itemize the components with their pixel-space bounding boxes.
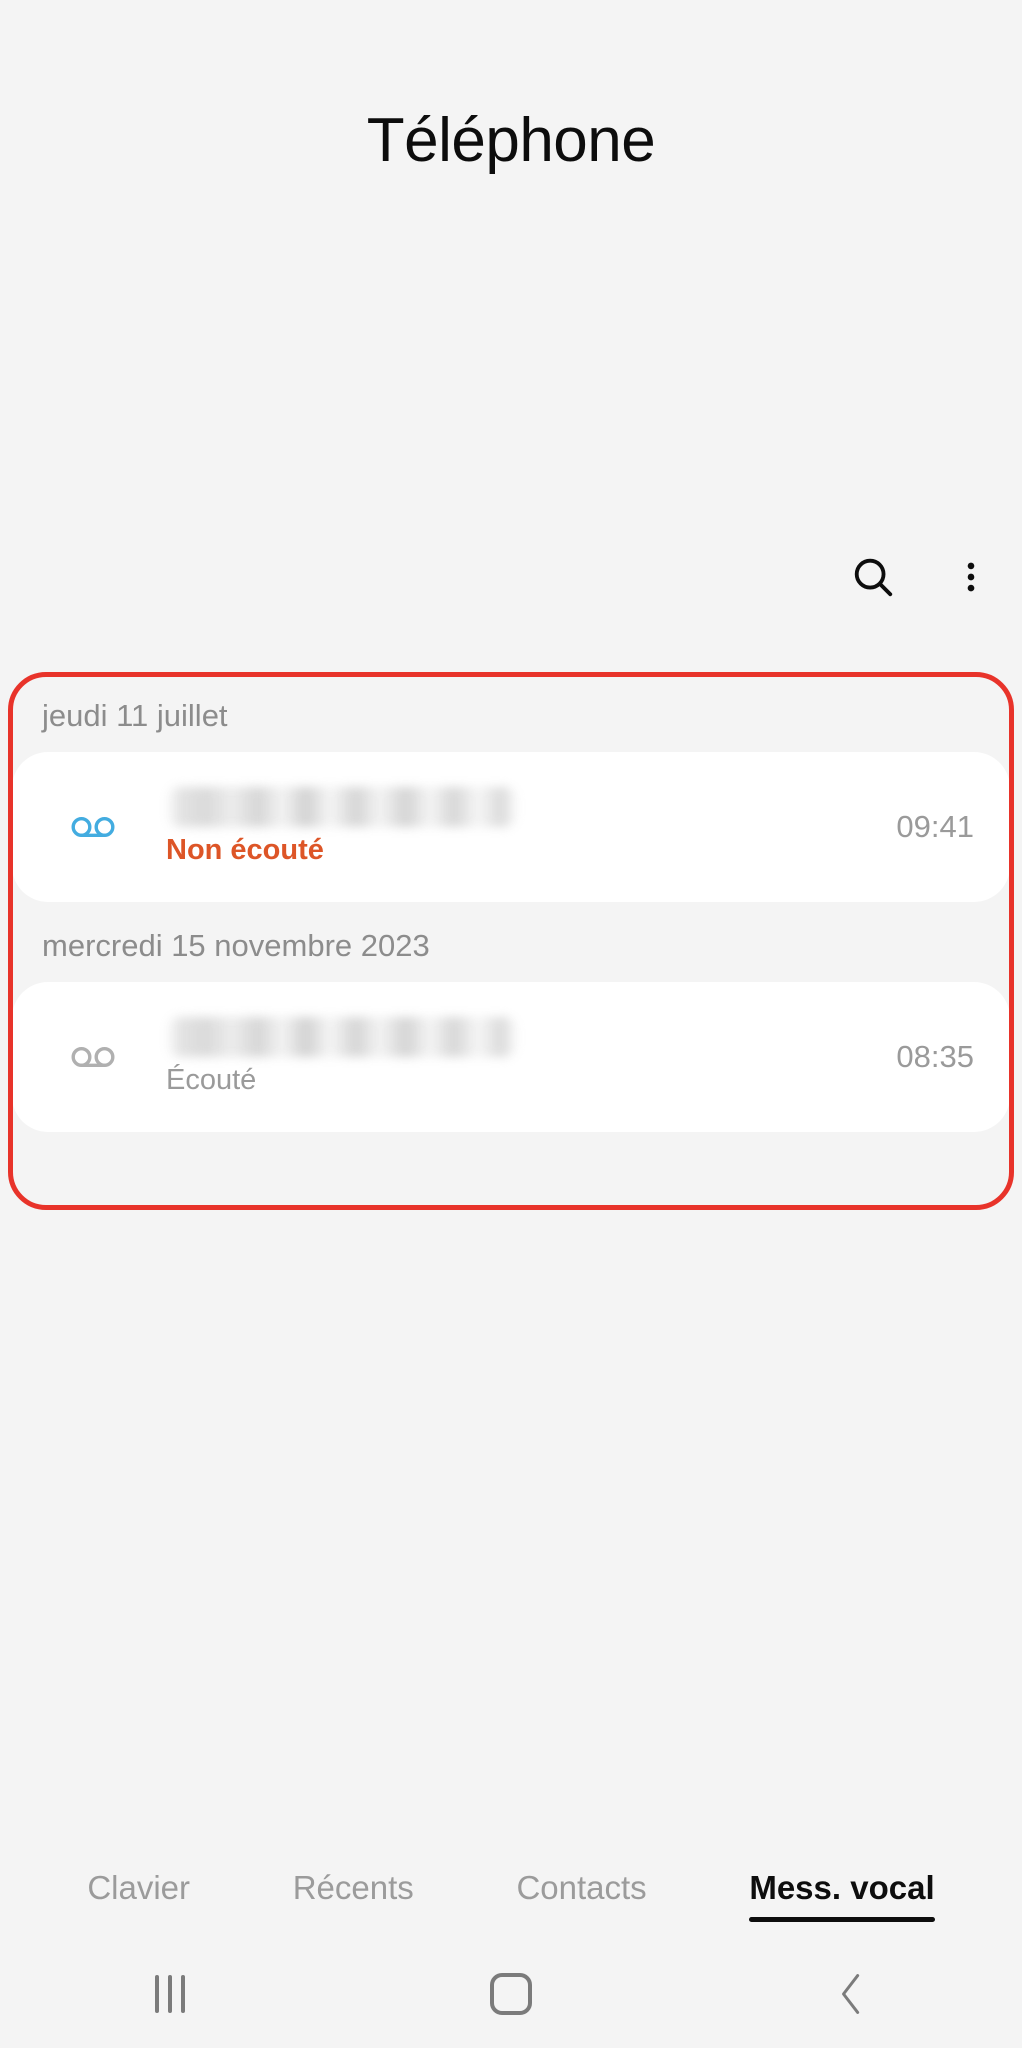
tab-label: Mess. vocal [749,1869,935,1906]
phone-number-redacted [166,1017,518,1058]
tab-underline [87,1917,190,1922]
recents-glyph [155,1975,186,2013]
status-badge: Non écouté [166,834,324,867]
voicemail-details: Écouté [166,1017,876,1097]
phone-number-redacted [166,787,518,828]
tab-recents[interactable]: Récents [293,1869,414,1928]
recents-icon[interactable] [110,1959,230,2029]
voicemail-list: jeudi 11 juillet Non écouté 09:41 mercre… [0,672,1022,1132]
voicemail-details: Non écouté [166,787,876,867]
voicemail-row[interactable]: Écouté 08:35 [12,982,1010,1132]
tab-label: Contacts [516,1869,647,1906]
voicemail-row[interactable]: Non écouté 09:41 [12,752,1010,902]
voicemail-icon [64,814,122,840]
date-header: jeudi 11 juillet [42,698,228,733]
home-icon[interactable] [451,1959,571,2029]
tab-underline [749,1917,935,1922]
bottom-tab-bar: Clavier Récents Contacts Mess. vocal [0,1869,1022,1928]
tab-underline [516,1917,646,1922]
tab-clavier[interactable]: Clavier [87,1869,190,1928]
date-header: mercredi 15 novembre 2023 [42,928,430,963]
voicemail-icon [64,1044,122,1070]
page-title: Téléphone [366,106,656,175]
home-glyph [489,1973,532,2015]
voicemail-time: 09:41 [896,809,974,844]
back-chevron-icon[interactable] [792,1959,912,2029]
tab-contacts[interactable]: Contacts [516,1869,646,1928]
more-vertical-icon[interactable] [942,548,1000,606]
android-nav-bar [0,1940,1022,2048]
tab-label: Clavier [87,1869,191,1906]
tab-label: Récents [292,1869,414,1906]
tab-mess-vocal[interactable]: Mess. vocal [749,1869,935,1928]
toolbar [844,548,1000,606]
voicemail-time: 08:35 [896,1039,974,1074]
status-badge: Écouté [166,1064,257,1097]
phone-app-screen: Téléphone jeudi 11 juillet Non écouté 09… [0,0,1022,2048]
tab-underline [293,1917,414,1922]
search-icon[interactable] [844,548,902,606]
